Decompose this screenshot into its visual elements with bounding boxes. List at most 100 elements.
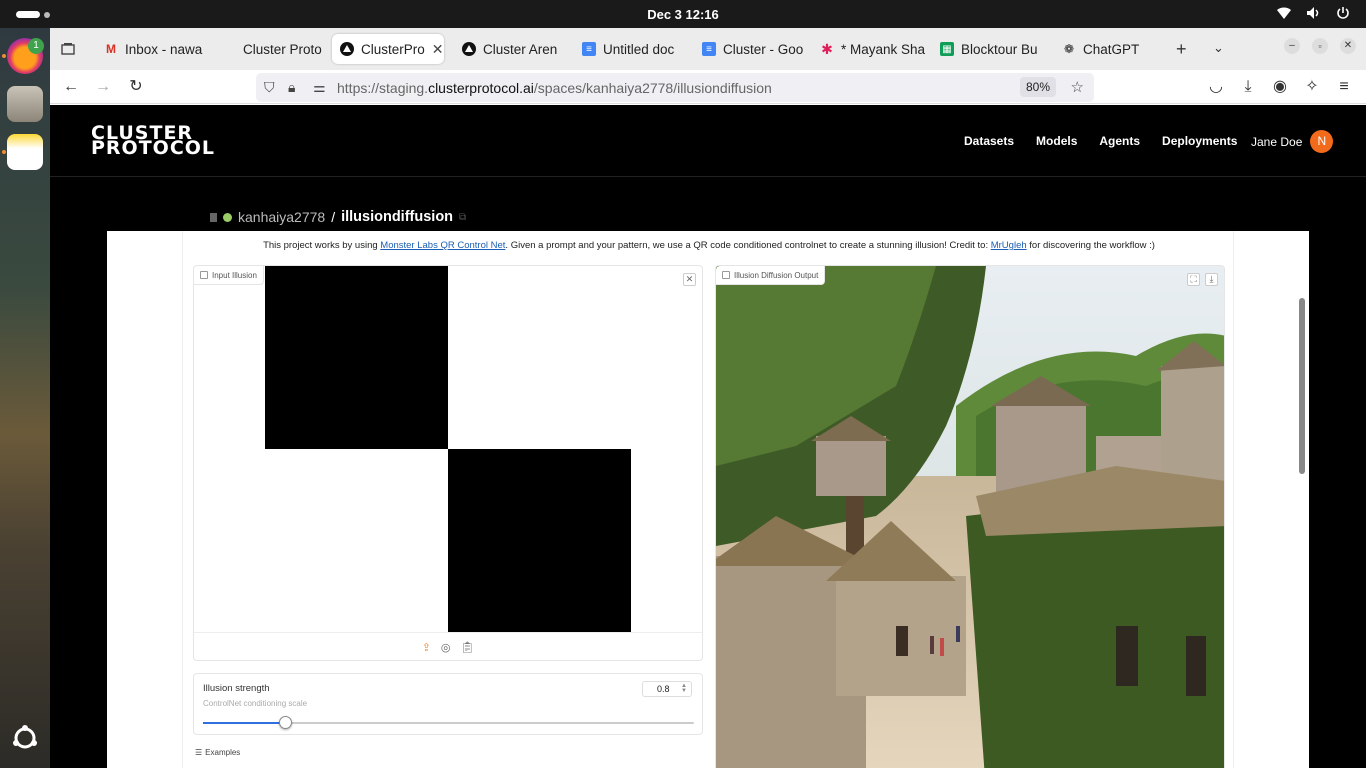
space-owner[interactable]: kanhaiya2778 xyxy=(238,209,325,225)
examples-header[interactable]: ☰ Examples xyxy=(195,748,240,757)
input-pattern-image[interactable] xyxy=(194,266,702,632)
avatar[interactable]: N xyxy=(1310,130,1334,153)
permissions-icon[interactable]: ⚌ xyxy=(313,79,326,96)
download-icon[interactable]: ⤓ xyxy=(1205,273,1218,286)
tab-inbox[interactable]: M Inbox - nawa xyxy=(96,34,210,64)
browser-window: M Inbox - nawa Cluster Proto ClusterPro … xyxy=(50,28,1366,768)
pocket-icon[interactable]: ◡ xyxy=(1206,77,1226,97)
clipboard-icon[interactable]: 📋︎ xyxy=(460,641,474,654)
fullscreen-icon[interactable]: ⛶ xyxy=(1187,273,1200,286)
back-icon[interactable]: ← xyxy=(61,77,81,97)
image-source-toolbar: ⇪ ◎ 📋︎ xyxy=(194,632,702,661)
close-tab-icon[interactable]: ✕ xyxy=(432,41,444,58)
monster-labs-link[interactable]: Monster Labs QR Control Net xyxy=(380,240,505,251)
tab-clusterpro-active[interactable]: ClusterPro ✕ xyxy=(332,34,444,64)
tab-label: ChatGPT xyxy=(1083,41,1140,57)
breadcrumb: kanhaiya2778 / illusiondiffusion ⧉ xyxy=(210,209,466,225)
forward-icon[interactable]: → xyxy=(93,77,113,97)
nav-datasets[interactable]: Datasets xyxy=(964,134,1014,148)
tab-blocktour[interactable]: ▦ Blocktour Bu xyxy=(932,34,1046,64)
list-icon: ☰ xyxy=(195,748,203,757)
tab-label: Cluster Aren xyxy=(483,41,558,57)
tab-untitled-doc[interactable]: ≡ Untitled doc xyxy=(574,34,692,64)
image-icon xyxy=(722,271,730,279)
slider-info: ControlNet conditioning scale xyxy=(203,699,308,708)
tab-label: Inbox - nawa xyxy=(125,41,203,57)
output-label: Illusion Diffusion Output xyxy=(716,266,826,285)
download-icon[interactable]: ⤓ xyxy=(1238,77,1258,97)
user-menu[interactable]: Jane Doe N xyxy=(1251,130,1334,153)
nav-models[interactable]: Models xyxy=(1036,134,1077,148)
main-nav: Datasets Models Agents Deployments xyxy=(964,134,1237,148)
tab-label: Cluster - Goo xyxy=(723,41,804,57)
tab-label: * Mayank Sha xyxy=(841,41,926,57)
cluster-icon xyxy=(222,42,236,56)
files-icon[interactable] xyxy=(7,86,43,122)
upload-icon[interactable]: ⇪ xyxy=(422,641,431,654)
close-window-icon[interactable]: ✕ xyxy=(1340,38,1356,54)
cluster-protocol-icon xyxy=(340,42,354,56)
running-indicator xyxy=(2,54,6,58)
tab-label: Cluster Proto xyxy=(243,41,322,57)
page-scrollbar[interactable] xyxy=(1299,298,1305,474)
text-editor-icon[interactable] xyxy=(7,134,43,170)
copy-icon[interactable]: ⧉ xyxy=(459,212,466,223)
tab-label: Blocktour Bu xyxy=(961,41,1038,57)
volume-icon xyxy=(1307,7,1319,19)
site-logo[interactable]: CLUSTER PROTOCOL xyxy=(91,124,215,158)
system-clock[interactable]: Dec 3 12:16 xyxy=(0,7,1366,22)
mrugleh-link[interactable]: MrUgleh xyxy=(991,240,1027,251)
app-container: This project works by using Monster Labs… xyxy=(182,231,1234,768)
space-name[interactable]: illusiondiffusion xyxy=(341,209,453,225)
input-illusion-panel: Input Illusion ✕ ⇪ ◎ 📋︎ xyxy=(193,265,703,661)
extensions-icon[interactable]: ✧ xyxy=(1302,77,1322,97)
illusion-strength-number-input[interactable]: 0.8 ▲ ▼ xyxy=(642,681,692,697)
tab-label: Untitled doc xyxy=(603,41,675,57)
bookmark-star-icon[interactable]: ☆ xyxy=(1071,78,1084,96)
tab-cluster-arena[interactable]: Cluster Aren xyxy=(454,34,568,64)
power-icon xyxy=(1337,7,1349,19)
slider-thumb[interactable] xyxy=(279,716,292,729)
system-top-bar: Dec 3 12:16 xyxy=(0,0,1366,28)
spinner-icon[interactable]: ▲ ▼ xyxy=(681,683,687,694)
input-illusion-label: Input Illusion xyxy=(194,266,264,285)
chatgpt-icon: ❁ xyxy=(1063,42,1075,56)
breadcrumb-separator: / xyxy=(331,209,336,225)
tab-cluster-proto[interactable]: Cluster Proto xyxy=(214,34,328,64)
tab-chatgpt[interactable]: ❁ ChatGPT xyxy=(1054,34,1168,64)
url-text[interactable]: https://staging.clusterprotocol.ai/space… xyxy=(337,80,772,96)
webcam-icon[interactable]: ◎ xyxy=(441,641,451,654)
shield-icon[interactable]: ⛉ xyxy=(264,79,275,96)
account-icon[interactable]: ◉ xyxy=(1270,77,1290,97)
running-indicator xyxy=(2,150,6,154)
lock-icon[interactable]: 🔒︎ xyxy=(288,79,295,96)
new-tab-icon[interactable]: + xyxy=(1176,39,1187,60)
image-icon xyxy=(200,271,208,279)
nav-agents[interactable]: Agents xyxy=(1099,134,1140,148)
tab-list-icon[interactable]: ⌄ xyxy=(1213,40,1224,56)
output-panel: Illusion Diffusion Output ⛶ ⤓ xyxy=(715,265,1225,768)
tab-overview-icon[interactable] xyxy=(60,41,76,57)
space-icon xyxy=(210,212,217,222)
google-docs-icon: ≡ xyxy=(702,42,716,56)
nav-deployments[interactable]: Deployments xyxy=(1162,134,1237,148)
reload-icon[interactable]: ↻ xyxy=(126,77,146,97)
dock: 1 xyxy=(0,28,50,768)
minimize-icon[interactable]: – xyxy=(1284,38,1300,54)
url-bar[interactable]: ⛉ 🔒︎ ⚌ https://staging.clusterprotocol.a… xyxy=(256,73,1094,102)
slack-icon: ✱ xyxy=(821,40,833,57)
illusion-strength-slider[interactable] xyxy=(203,716,694,729)
zoom-level[interactable]: 80% xyxy=(1019,77,1056,97)
navigation-bar: ← → ↻ ⛉ 🔒︎ ⚌ https://staging.clusterprot… xyxy=(50,70,1366,104)
tab-slack[interactable]: ✱ * Mayank Sha xyxy=(812,34,926,64)
user-name: Jane Doe xyxy=(1251,134,1303,149)
wifi-icon xyxy=(1277,7,1291,19)
system-tray[interactable] xyxy=(1276,6,1350,20)
gmail-icon: M xyxy=(106,42,116,56)
tab-cluster-google[interactable]: ≡ Cluster - Goo xyxy=(694,34,808,64)
show-apps-icon[interactable] xyxy=(11,724,39,752)
tab-bar: M Inbox - nawa Cluster Proto ClusterPro … xyxy=(50,28,1366,70)
menu-icon[interactable]: ≡ xyxy=(1334,77,1354,97)
restore-icon[interactable]: ▫ xyxy=(1312,38,1328,54)
output-village-image[interactable] xyxy=(716,266,1225,768)
